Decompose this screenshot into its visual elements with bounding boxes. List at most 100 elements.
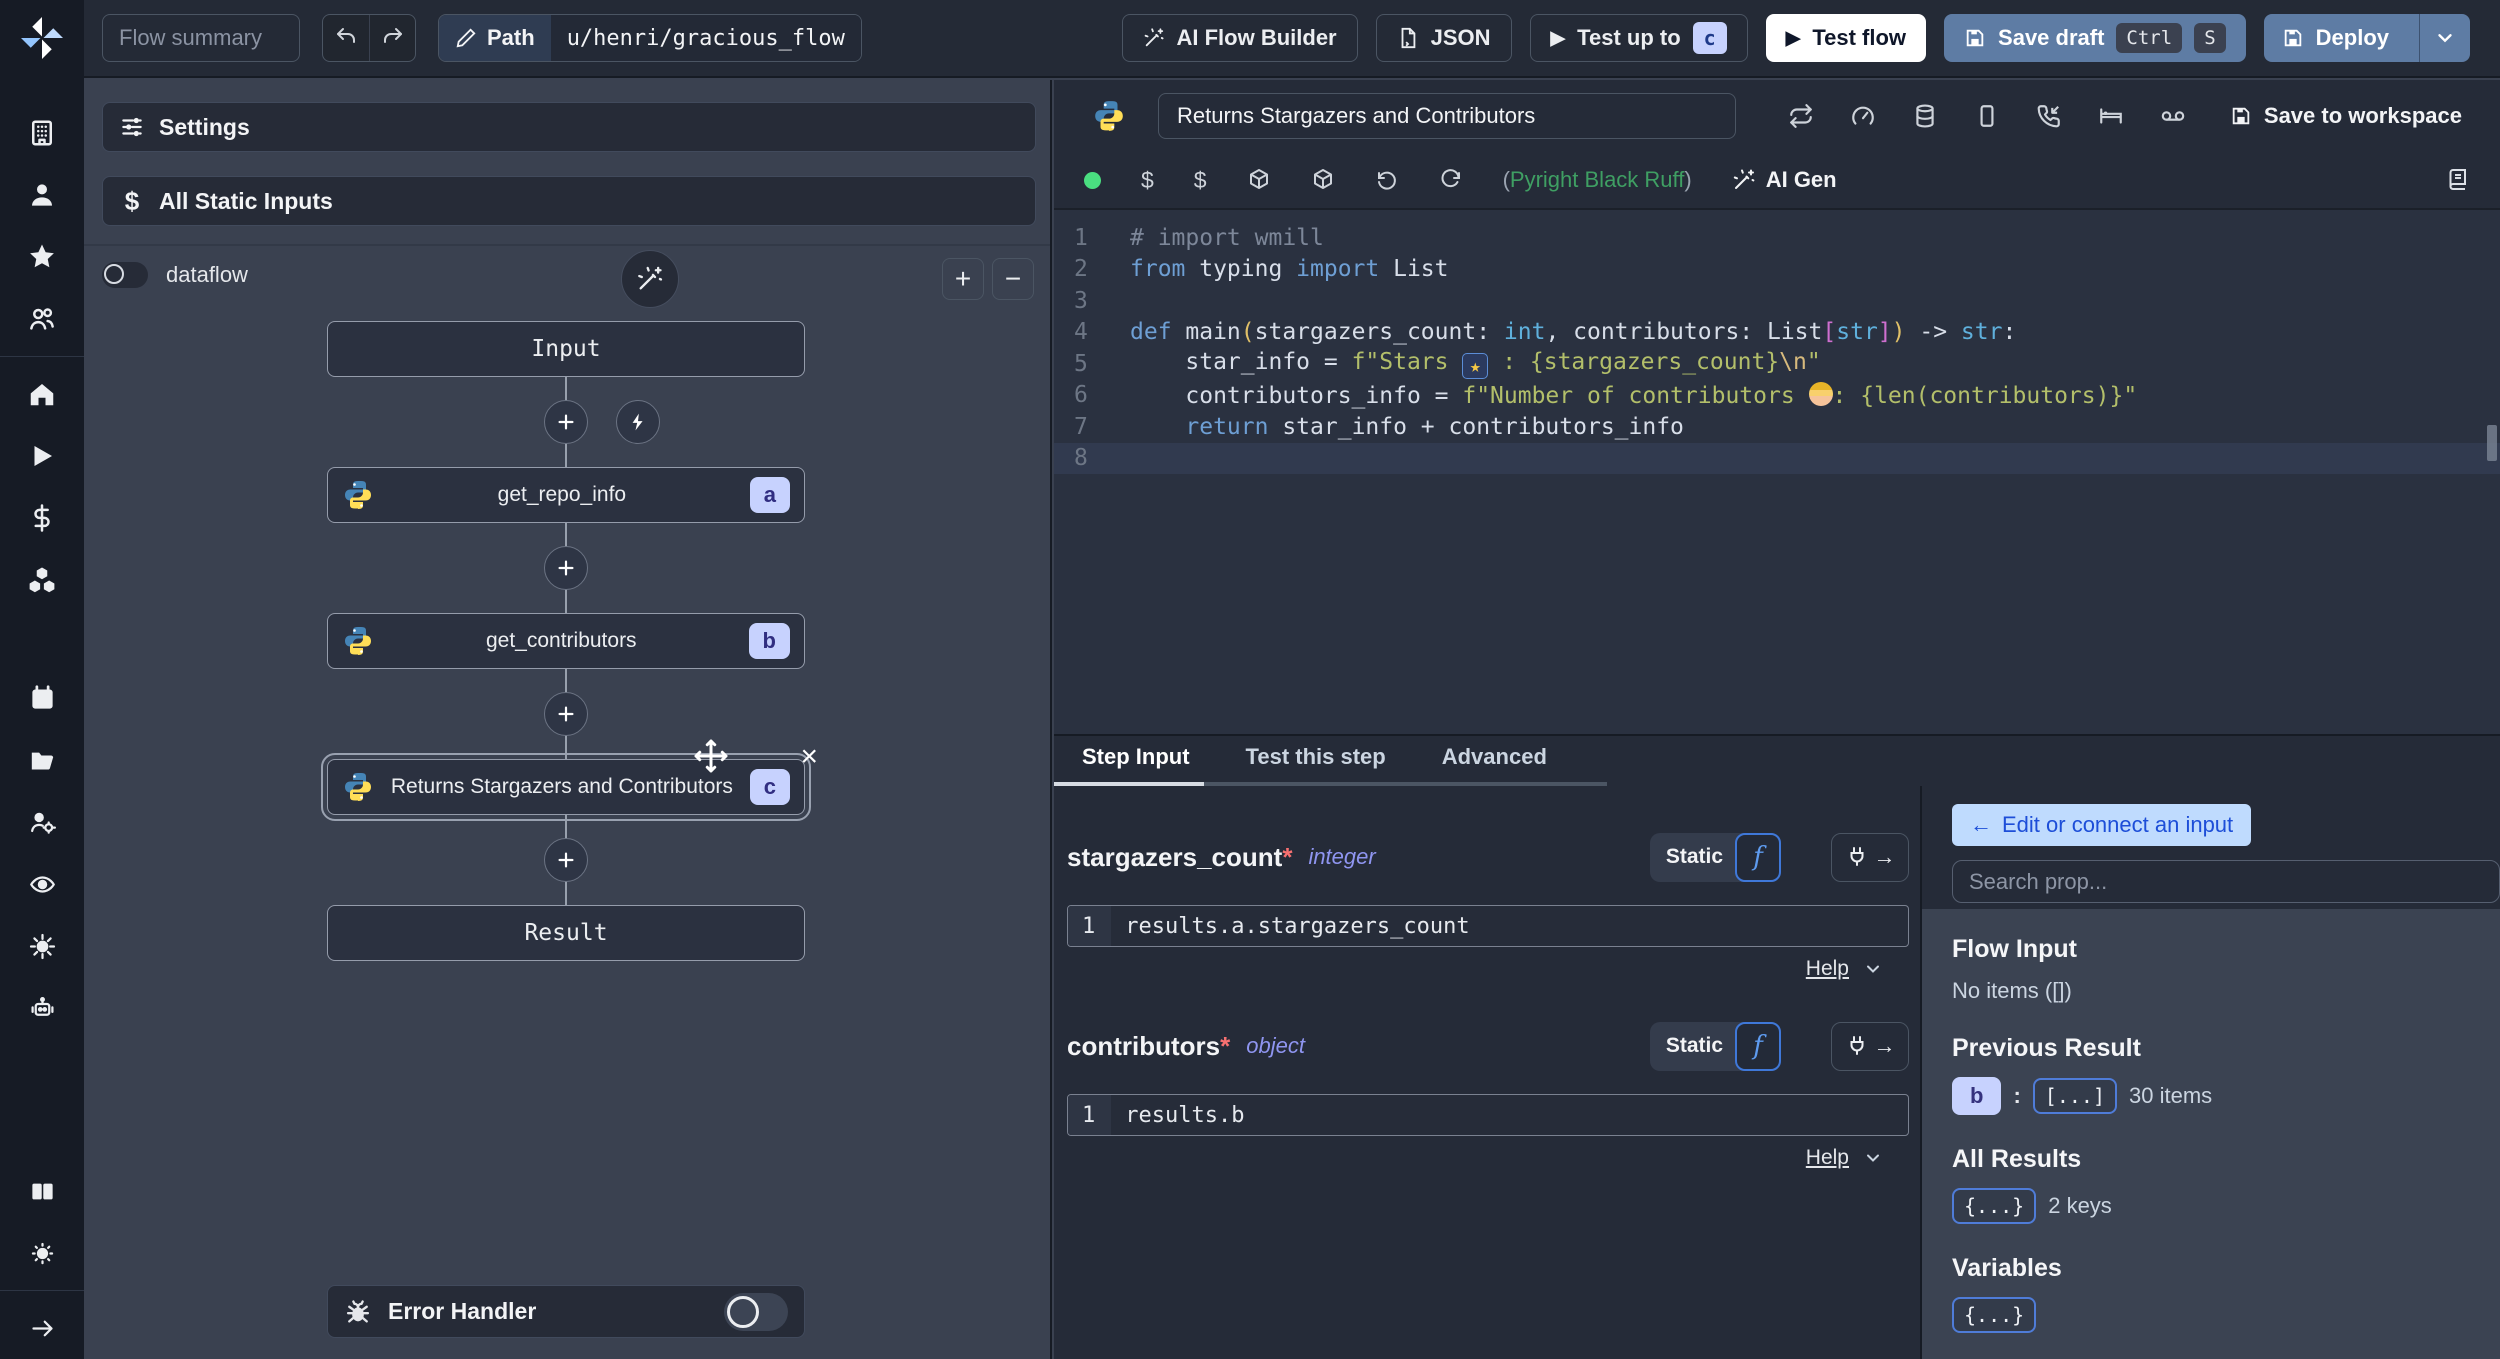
mobile-icon[interactable] <box>1974 103 2000 129</box>
test-flow-button[interactable]: ▶ Test flow <box>1765 14 1927 62</box>
deploy-dropdown-button[interactable] <box>2419 14 2470 62</box>
input-node[interactable]: Input <box>327 321 805 377</box>
error-handler-node[interactable]: Error Handler <box>327 1285 805 1338</box>
trigger-bolt-button[interactable] <box>616 400 660 444</box>
editor-scrollbar[interactable] <box>2487 425 2497 461</box>
add-step-button[interactable] <box>544 692 588 736</box>
workers-icon[interactable] <box>0 791 84 853</box>
sleep-bed-icon[interactable] <box>2098 103 2124 129</box>
static-mode-toggle[interactable]: Static f <box>1649 832 1781 882</box>
tab-advanced[interactable]: Advanced <box>1442 734 1547 782</box>
schedules-icon[interactable] <box>0 667 84 729</box>
windmill-logo-icon[interactable] <box>18 14 66 62</box>
tab-test-this-step[interactable]: Test this step <box>1246 734 1386 782</box>
code-editor[interactable]: 1 # import wmill 2 from typing import List 3… <box>1054 210 2500 734</box>
docs-icon[interactable] <box>0 1160 84 1222</box>
error-handler-label: Error Handler <box>388 1298 537 1324</box>
variables-value-badge[interactable]: {...} <box>1952 1297 2037 1333</box>
zoom-in-button[interactable]: + <box>942 258 984 300</box>
code-line-3[interactable]: 3 <box>1054 285 2500 317</box>
help-link[interactable]: Help <box>1806 957 1849 981</box>
expand-icon[interactable] <box>0 1297 84 1359</box>
dataflow-toggle[interactable] <box>102 262 148 288</box>
code-line-2[interactable]: 2 from typing import List <box>1054 254 2500 286</box>
move-node-icon[interactable] <box>693 738 729 774</box>
tab-step-input[interactable]: Step Input <box>1054 734 1204 786</box>
add-step-button[interactable] <box>544 546 588 590</box>
resource-icon[interactable]: $ <box>1194 168 1207 192</box>
help-link[interactable]: Help <box>1806 1146 1849 1170</box>
all-static-inputs-button[interactable]: $ All Static Inputs <box>102 176 1036 226</box>
all-results-value-badge[interactable]: {...} <box>1952 1188 2037 1224</box>
redo-button[interactable] <box>369 15 415 61</box>
flow-settings-button[interactable]: Settings <box>102 102 1036 152</box>
box-icon[interactable] <box>1311 168 1335 192</box>
folders-icon[interactable] <box>0 729 84 791</box>
connect-input-button[interactable]: → <box>1831 832 1909 882</box>
code-line-7[interactable]: 7 return star_info + contributors_info <box>1054 411 2500 443</box>
gauge-icon[interactable] <box>1850 103 1876 129</box>
add-step-button[interactable] <box>544 400 588 444</box>
undo-button[interactable] <box>323 15 369 61</box>
settings-icon[interactable] <box>0 915 84 977</box>
previous-result-count: 30 items <box>2129 1083 2213 1108</box>
ai-flow-builder-button[interactable]: AI Flow Builder <box>1121 14 1358 62</box>
connect-input-button[interactable]: → <box>1831 1021 1909 1071</box>
box-icon[interactable] <box>1247 168 1271 192</box>
audit-logs-icon[interactable] <box>0 853 84 915</box>
reset-icon[interactable] <box>1375 168 1399 192</box>
chevron-down-icon[interactable] <box>1863 959 1883 979</box>
ai-icon[interactable] <box>0 977 84 1039</box>
test-up-to-button[interactable]: ▶ Test up to c <box>1529 14 1748 62</box>
phone-incoming-icon[interactable] <box>2036 103 2062 129</box>
flow-summary-input[interactable] <box>102 14 300 62</box>
previous-result-value-badge[interactable]: [...] <box>2032 1078 2117 1114</box>
code-line-4[interactable]: 4 def main(stargazers_count: int, contrib… <box>1054 317 2500 349</box>
user-icon[interactable] <box>0 164 84 226</box>
expression-mode-button[interactable]: f <box>1735 1021 1781 1071</box>
code-line-1[interactable]: 1 # import wmill <box>1054 222 2500 254</box>
search-prop-input[interactable] <box>1952 860 2500 903</box>
zoom-out-button[interactable]: − <box>992 258 1034 300</box>
variables-icon[interactable] <box>0 487 84 549</box>
theme-icon[interactable] <box>0 1222 84 1284</box>
json-button[interactable]: JSON <box>1375 14 1512 62</box>
step-title-input[interactable] <box>1158 93 1736 139</box>
edit-or-connect-button[interactable]: ← Edit or connect an input <box>1952 804 2252 846</box>
runs-icon[interactable] <box>0 425 84 487</box>
database-icon[interactable] <box>1912 103 1938 129</box>
save-to-workspace-button[interactable]: Save to workspace <box>2230 103 2462 129</box>
code-line-5[interactable]: 5 star_info = f"Stars ★ : {stargazers_co… <box>1054 348 2500 380</box>
ai-gen-button[interactable]: AI Gen <box>1732 167 1837 193</box>
result-node[interactable]: Result <box>327 905 805 961</box>
expression-editor-contributors[interactable]: 1 results.b <box>1067 1094 1909 1136</box>
code-line-8[interactable]: 8 <box>1054 442 2500 474</box>
flow-step-node-b[interactable]: get_contributors b <box>327 613 805 669</box>
groups-icon[interactable] <box>0 288 84 350</box>
refresh-icon[interactable] <box>1439 168 1463 192</box>
variable-icon[interactable]: $ <box>1141 168 1154 192</box>
workspace-icon[interactable] <box>0 102 84 164</box>
chevron-down-icon[interactable] <box>1863 1148 1883 1168</box>
home-icon[interactable] <box>0 363 84 425</box>
docs-book-icon[interactable] <box>2446 168 2470 192</box>
previous-result-key-badge[interactable]: b <box>1952 1077 2002 1115</box>
ai-wand-button[interactable] <box>621 250 679 308</box>
resources-icon[interactable] <box>0 549 84 611</box>
code-line-6[interactable]: 6 contributors_info = f"Number of contri… <box>1054 380 2500 412</box>
favorites-icon[interactable] <box>0 226 84 288</box>
voicemail-icon[interactable] <box>2160 103 2186 129</box>
error-handler-toggle[interactable] <box>724 1292 788 1331</box>
expression-editor-stargazers_count[interactable]: 1 results.a.stargazers_count <box>1067 905 1909 947</box>
repeat-icon[interactable] <box>1788 103 1814 129</box>
path-value[interactable]: u/henri/gracious_flow <box>550 15 861 61</box>
save-draft-button[interactable]: Save draft Ctrl S <box>1944 14 2246 62</box>
delete-node-icon[interactable]: × <box>800 740 818 774</box>
deploy-button[interactable]: Deploy <box>2263 14 2470 62</box>
flow-step-node-a[interactable]: get_repo_info a <box>327 467 805 523</box>
flow-step-node-c[interactable]: × Returns Stargazers and Contributors c <box>321 739 818 821</box>
static-mode-toggle[interactable]: Static f <box>1649 1021 1781 1071</box>
expression-mode-button[interactable]: f <box>1735 832 1781 882</box>
path-field[interactable]: Path u/henri/gracious_flow <box>438 14 862 62</box>
add-step-button[interactable] <box>544 838 588 882</box>
